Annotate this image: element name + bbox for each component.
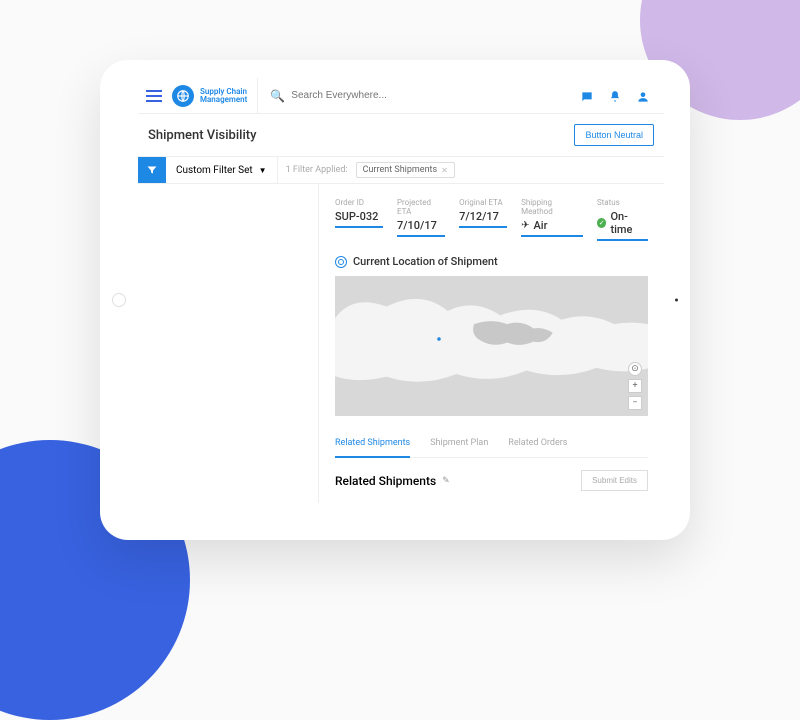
status-ok-icon: ✓ [597, 218, 607, 228]
map-zoom-in-button[interactable]: + [628, 379, 642, 393]
search-icon: 🔍 [270, 89, 285, 103]
bell-icon[interactable] [608, 89, 622, 103]
tabs: Related Shipments Shipment Plan Related … [335, 430, 648, 458]
airplane-icon: ✈ [521, 220, 529, 231]
field-order-id: Order ID SUP-032 [335, 198, 383, 241]
page-title: Shipment Visibility [148, 128, 256, 143]
button-neutral[interactable]: Button Neutral [574, 124, 654, 146]
user-icon[interactable] [636, 89, 650, 103]
edit-icon[interactable]: ✎ [442, 476, 450, 486]
chip-remove-icon[interactable]: ✕ [441, 166, 448, 175]
chevron-down-icon: ▼ [259, 166, 267, 175]
tab-related-shipments[interactable]: Related Shipments [335, 430, 410, 458]
chat-icon[interactable] [580, 89, 594, 103]
map-section-title: Current Location of Shipment [335, 255, 648, 268]
map-recenter-button[interactable]: ⊙ [628, 362, 642, 376]
menu-hamburger-icon[interactable] [146, 90, 162, 102]
detail-panel: Order ID SUP-032 Projected ETA 7/10/17 O… [318, 184, 664, 503]
filter-applied-text: 1 Filter Applied: [278, 165, 356, 175]
tablet-camera-dot [675, 299, 678, 302]
topbar: Supply Chain Management 🔍 [138, 78, 664, 114]
submit-edits-button[interactable]: Submit Edits [581, 470, 648, 491]
tab-shipment-plan[interactable]: Shipment Plan [430, 430, 488, 457]
detail-fields: Order ID SUP-032 Projected ETA 7/10/17 O… [335, 198, 648, 241]
filter-select[interactable]: Custom Filter Set ▼ [166, 157, 278, 183]
field-status: Status ✓ On-time [597, 198, 648, 241]
content-area: Order ID SUP-032 Projected ETA 7/10/17 O… [138, 184, 664, 503]
tab-content-title: Related Shipments ✎ [335, 474, 450, 488]
field-shipping-method: Shipping Meathod ✈ Air [521, 198, 583, 241]
target-icon [335, 256, 347, 268]
map-svg [335, 276, 648, 416]
tab-content: Related Shipments ✎ Submit Edits [335, 458, 648, 503]
app-screen: Supply Chain Management 🔍 [138, 78, 664, 522]
filter-chip[interactable]: Current Shipments ✕ [356, 162, 455, 178]
filter-icon[interactable] [138, 157, 166, 183]
globe-icon [172, 85, 194, 107]
map-zoom-out-button[interactable]: − [628, 396, 642, 410]
field-original-eta: Original ETA 7/12/17 [459, 198, 507, 241]
page-header: Shipment Visibility Button Neutral [138, 114, 664, 156]
search-container: 🔍 [257, 78, 570, 113]
search-input[interactable] [291, 90, 570, 101]
tablet-frame: Supply Chain Management 🔍 [100, 60, 690, 540]
map-container[interactable]: ⊙ + − [335, 276, 648, 416]
brand-logo[interactable]: Supply Chain Management [172, 85, 247, 107]
field-projected-eta: Projected ETA 7/10/17 [397, 198, 445, 241]
filter-select-label: Custom Filter Set [176, 165, 253, 176]
topbar-actions [580, 89, 656, 103]
tablet-home-button [112, 293, 126, 307]
map-controls: ⊙ + − [628, 362, 642, 410]
filter-bar: Custom Filter Set ▼ 1 Filter Applied: Cu… [138, 156, 664, 184]
tab-related-orders[interactable]: Related Orders [508, 430, 567, 457]
brand-text: Supply Chain Management [200, 88, 247, 104]
